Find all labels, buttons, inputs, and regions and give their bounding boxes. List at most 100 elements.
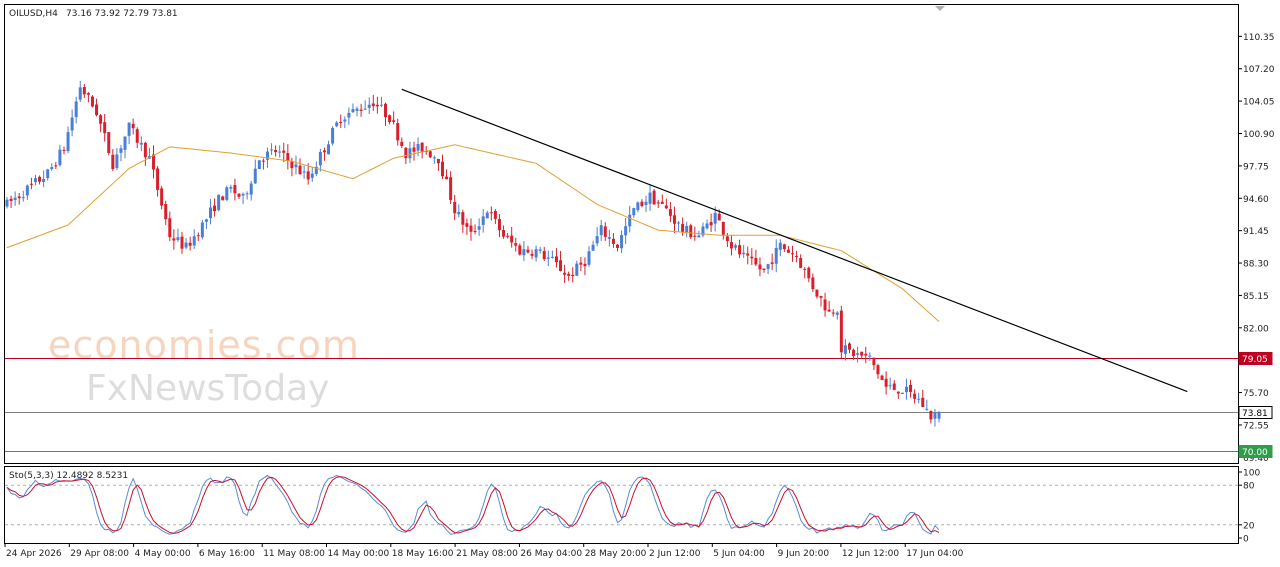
level-tag-label: 73.81 — [1242, 409, 1268, 419]
candle-body — [29, 183, 33, 185]
candle-body — [99, 115, 103, 124]
candle-body — [575, 263, 579, 276]
candle-body — [823, 299, 827, 311]
candle-body — [66, 132, 70, 152]
candle-body — [294, 164, 298, 168]
candle-body — [571, 274, 575, 277]
candle-body — [876, 365, 880, 375]
price-chart[interactable]: economies.com FxNewsToday 110.35 107.20 10… — [0, 0, 1280, 567]
candle-body — [917, 398, 921, 400]
candle-body — [322, 150, 326, 153]
candle-body — [595, 236, 599, 244]
candle-body — [774, 247, 778, 264]
stoch-panel-frame — [4, 466, 1239, 544]
candle-body — [530, 253, 534, 256]
candle-body — [50, 167, 54, 170]
candle-body — [107, 132, 111, 154]
candle-body — [884, 378, 888, 387]
candle-body — [538, 249, 542, 251]
candle-body — [225, 187, 229, 200]
candle-body — [587, 251, 591, 265]
candle-body — [343, 119, 347, 122]
candle-body — [209, 207, 212, 219]
scroll-marker-icon[interactable] — [935, 6, 945, 11]
time-tick-label: 28 May 20:00 — [585, 549, 647, 559]
candle-body — [33, 178, 37, 183]
candle-body — [554, 256, 558, 263]
candle-body — [46, 169, 50, 179]
candle-body — [713, 212, 717, 224]
candle-body — [168, 218, 172, 238]
candle-body — [237, 193, 241, 197]
candle-body — [396, 123, 400, 141]
candle-body — [257, 160, 261, 170]
price-tick-label: 82.00 — [1243, 324, 1269, 334]
candle-body — [546, 257, 550, 259]
candle-body — [770, 262, 774, 264]
candle-body — [648, 192, 652, 204]
candle-body — [758, 264, 762, 270]
candle-body — [123, 136, 127, 150]
candle-body — [432, 157, 436, 159]
candle-body — [835, 312, 839, 315]
candle-body — [913, 393, 917, 399]
candle-body — [750, 256, 754, 259]
candle-body — [856, 353, 860, 355]
candle-body — [400, 141, 404, 147]
candle-body — [416, 143, 420, 151]
candle-body — [925, 408, 929, 410]
candle-body — [900, 392, 904, 394]
candle-body — [709, 222, 713, 226]
candle-body — [469, 225, 473, 232]
candle-body — [599, 225, 603, 236]
candle-body — [738, 245, 742, 255]
candle-body — [379, 104, 383, 106]
candle-body — [795, 256, 799, 258]
candle-body — [408, 148, 412, 159]
candle-body — [563, 272, 567, 275]
candle-body — [196, 235, 200, 237]
candle-body — [827, 309, 831, 312]
time-tick-label: 12 Jun 12:00 — [842, 549, 899, 559]
candle-body — [58, 149, 62, 166]
candle-body — [139, 142, 143, 145]
candle-body — [502, 230, 506, 237]
candle-body — [176, 237, 180, 240]
price-tick-label: 75.70 — [1243, 389, 1269, 399]
candle-body — [131, 123, 135, 129]
candle-body — [888, 385, 892, 387]
candle-body — [367, 104, 371, 108]
candle-body — [310, 173, 314, 178]
candle-body — [412, 147, 416, 152]
candle-body — [839, 310, 843, 353]
candle-body — [127, 122, 131, 136]
candle-body — [819, 296, 823, 298]
candle-body — [164, 204, 168, 220]
candle-body — [17, 196, 21, 199]
candle-body — [306, 171, 310, 180]
trend-line[interactable] — [401, 88, 1188, 393]
candle-body — [449, 177, 453, 201]
candle-body — [872, 357, 876, 366]
time-tick-label: 18 May 16:00 — [392, 549, 454, 559]
candle-body — [270, 149, 274, 151]
candle-body — [559, 260, 563, 272]
candle-body — [241, 193, 245, 196]
stoch-tick-label: 80 — [1243, 482, 1255, 492]
candle-body — [929, 410, 933, 420]
time-tick-label: 17 Jun 04:00 — [906, 549, 963, 559]
candle-body — [54, 165, 58, 167]
candle-body — [721, 222, 725, 235]
time-tick-label: 26 May 04:00 — [520, 549, 582, 559]
candle-body — [188, 242, 192, 246]
candle-body — [611, 238, 615, 244]
stoch-tick-label: 20 — [1243, 521, 1255, 531]
candle-body — [672, 215, 676, 224]
watermark-economies: economies.com — [48, 323, 360, 367]
candle-body — [363, 108, 367, 110]
level-tag-label: 79.05 — [1242, 355, 1268, 365]
stoch-tick-label: 100 — [1243, 469, 1260, 479]
candle-body — [725, 236, 729, 242]
candle-body — [514, 243, 518, 246]
candle-body — [5, 199, 9, 207]
